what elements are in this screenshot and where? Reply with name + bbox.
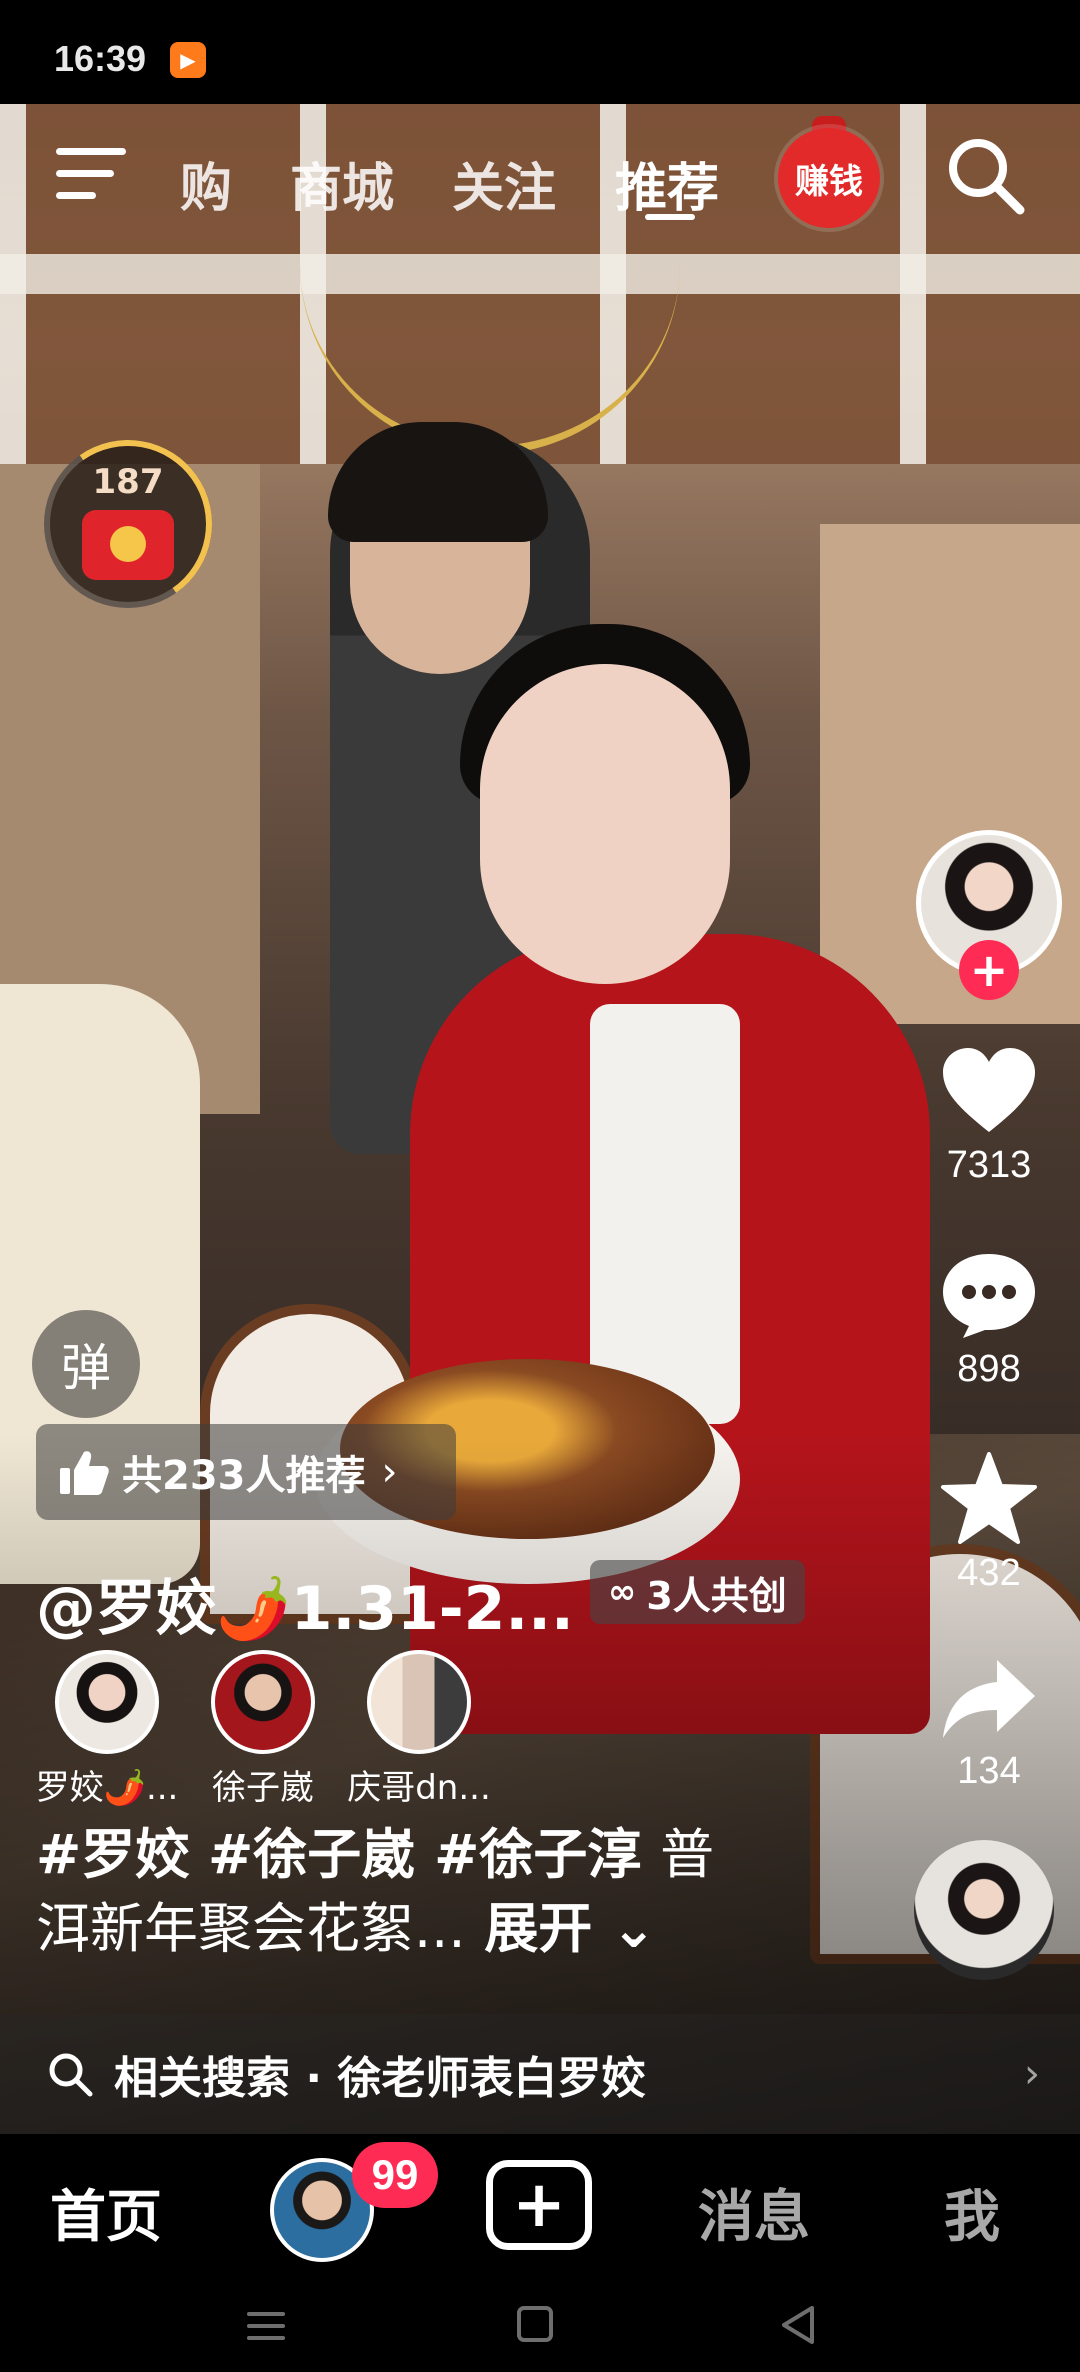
- cocreate-badge[interactable]: ∞ 3人共创: [590, 1560, 805, 1624]
- envelope-seal-icon: [110, 526, 146, 562]
- tab-following[interactable]: 关注: [452, 146, 556, 221]
- woman-face: [480, 664, 730, 984]
- chevron-down-icon: ⌄: [592, 1897, 657, 1960]
- link-icon: ∞: [608, 1572, 637, 1612]
- danmaku-toggle[interactable]: 弹: [32, 1310, 140, 1418]
- creator-avatar: [367, 1650, 471, 1754]
- creator-1[interactable]: 罗姣🌶️...: [32, 1650, 182, 1809]
- tab-active-indicator: [645, 214, 695, 220]
- thumbs-up-icon: [60, 1451, 109, 1495]
- search-icon: [49, 2053, 93, 2097]
- heart-icon: [943, 1048, 1035, 1132]
- follow-button[interactable]: +: [959, 940, 1019, 1000]
- comment-count: 898: [957, 1348, 1021, 1390]
- star-icon: [941, 1452, 1037, 1544]
- creator-name: 徐子崴: [212, 1768, 314, 1808]
- home-icon[interactable]: [517, 2306, 553, 2342]
- bottom-nav: 首页 99 + 消息 我: [0, 2134, 1080, 2282]
- recommend-text: 共233人推荐: [122, 1453, 366, 1499]
- earn-label: 赚钱: [795, 161, 863, 202]
- creator-name: 罗姣🌶️...: [35, 1768, 179, 1808]
- danmaku-label: 弹: [61, 1339, 111, 1397]
- plus-icon: +: [512, 2168, 566, 2242]
- tab-mall[interactable]: 商城: [290, 146, 394, 221]
- system-nav-bar: [0, 2282, 1080, 2372]
- red-packet-count: 187: [92, 462, 164, 502]
- chevron-right-icon: ›: [381, 1449, 398, 1495]
- author-name[interactable]: @罗姣🌶️1.31-2...: [36, 1560, 574, 1647]
- comment-icon: [943, 1254, 1035, 1338]
- creator-avatar: [55, 1650, 159, 1754]
- creator-2[interactable]: 徐子崴: [188, 1650, 338, 1809]
- expand-caption-button[interactable]: 展开 ⌄: [484, 1897, 656, 1960]
- like-button[interactable]: 7313: [916, 1046, 1062, 1187]
- nav-messages[interactable]: 消息: [698, 2172, 810, 2253]
- creator-avatar: [211, 1650, 315, 1754]
- nav-home[interactable]: 首页: [50, 2172, 162, 2253]
- video-caption[interactable]: #罗姣 #徐子崴 #徐子淳 普洱新年聚会花絮... 展开 ⌄: [36, 1818, 756, 1966]
- music-disc[interactable]: [914, 1840, 1054, 1980]
- video-app-icon: ▶: [170, 42, 206, 78]
- expand-label: 展开: [484, 1897, 593, 1960]
- top-nav: 购 商城 关注 推荐 赚钱: [0, 116, 1080, 228]
- creator-name: 庆哥dn...: [347, 1768, 491, 1808]
- recent-apps-icon[interactable]: [247, 2308, 285, 2344]
- status-time: 16:39: [54, 38, 147, 79]
- caption-hashtags[interactable]: #罗姣 #徐子崴 #徐子淳: [36, 1823, 641, 1886]
- related-search-bar[interactable]: 相关搜索 · 徐老师表白罗姣 ›: [0, 2014, 1080, 2134]
- like-count: 7313: [946, 1144, 1032, 1186]
- related-search-label: 相关搜索 · 徐老师表白罗姣: [114, 2053, 646, 2104]
- tab-shop-partial[interactable]: 购: [180, 146, 232, 221]
- favorite-count: 432: [957, 1552, 1021, 1594]
- woman-shirt: [590, 1004, 740, 1424]
- comment-button[interactable]: 898: [916, 1250, 1062, 1391]
- tab-recommend[interactable]: 推荐: [615, 146, 719, 221]
- create-button[interactable]: +: [486, 2160, 592, 2250]
- menu-icon[interactable]: [56, 144, 132, 204]
- cocreate-label: 3人共创: [646, 1573, 787, 1618]
- status-bar: 16:39 ▶: [0, 0, 1080, 104]
- creator-3[interactable]: 庆哥dn...: [344, 1650, 494, 1809]
- recommend-bar[interactable]: 共233人推荐 ›: [36, 1424, 456, 1520]
- back-icon[interactable]: [780, 2304, 816, 2346]
- notification-badge: 99: [352, 2142, 438, 2208]
- favorite-button[interactable]: 432: [916, 1452, 1062, 1595]
- earn-money-button[interactable]: 赚钱: [778, 128, 880, 228]
- chevron-right-icon: ›: [1024, 2051, 1040, 2097]
- share-arrow-icon: [943, 1660, 1035, 1738]
- share-button[interactable]: 134: [916, 1656, 1062, 1793]
- share-count: 134: [957, 1750, 1021, 1792]
- search-icon[interactable]: [944, 134, 1028, 218]
- nav-me[interactable]: 我: [944, 2172, 1000, 2253]
